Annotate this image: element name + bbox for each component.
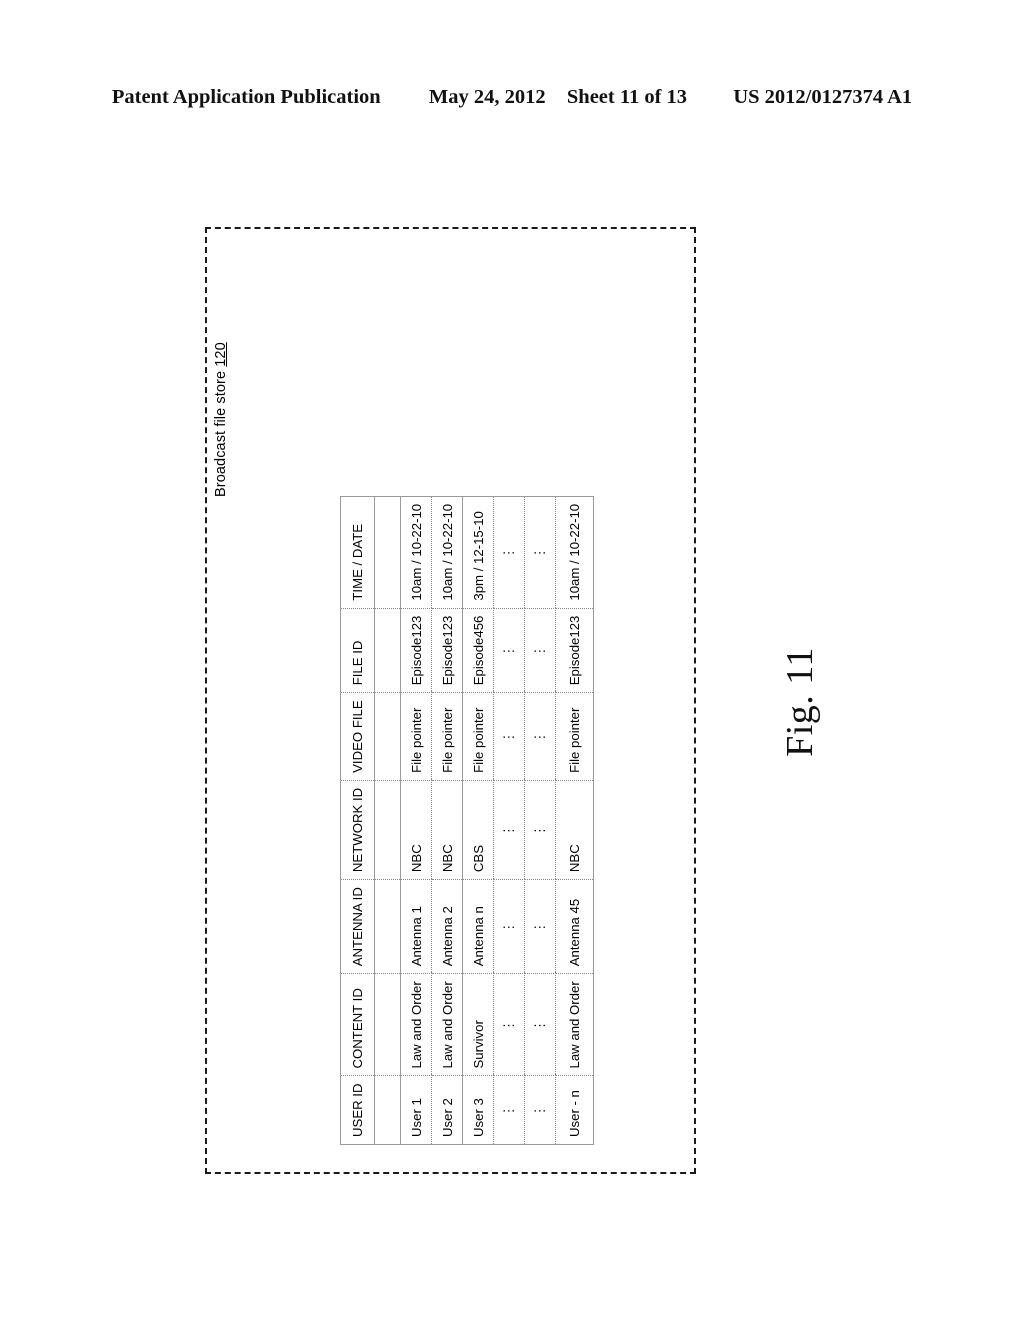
table-header-row: USER ID CONTENT ID ANTENNA ID NETWORK ID… (340, 496, 375, 1145)
cell-antenna-id: Antenna 1 (400, 879, 432, 974)
column-header-content-id: CONTENT ID (340, 973, 375, 1076)
table-row-ellipsis: ⋮ ⋮ ⋮ ⋮ ⋮ ⋮ ⋮ (524, 496, 556, 1145)
spacer-cell (374, 780, 401, 880)
spacer-cell (374, 973, 401, 1076)
cell-video-file: ⋮ (524, 692, 556, 781)
table-rotator: USER ID CONTENT ID ANTENNA ID NETWORK ID… (340, 495, 594, 1145)
cell-video-file: File pointer (462, 692, 494, 781)
cell-time-date: ⋮ (524, 496, 556, 609)
column-header-video-file: VIDEO FILE (340, 692, 375, 781)
spacer-cell (374, 1076, 401, 1145)
cell-time-date: 3pm / 12-15-10 (462, 496, 494, 609)
broadcast-file-store-table: USER ID CONTENT ID ANTENNA ID NETWORK ID… (340, 495, 594, 1145)
table-spacer-row (374, 496, 401, 1145)
spacer-cell (374, 692, 401, 781)
cell-user-id: ⋮ (524, 1076, 556, 1145)
cell-antenna-id: Antenna 45 (555, 879, 594, 974)
cell-network-id: ⋮ (524, 780, 556, 880)
sheet-number: Sheet 11 of 13 (566, 86, 688, 108)
cell-antenna-id: ⋮ (493, 879, 525, 974)
cell-time-date: 10am / 10-22-10 (555, 496, 594, 609)
cell-network-id: NBC (431, 780, 463, 880)
cell-time-date: 10am / 10-22-10 (431, 496, 463, 609)
column-header-file-id: FILE ID (340, 608, 375, 693)
cell-file-id: Episode123 (555, 608, 594, 693)
patent-page-header: Patent Application Publication May 24, 2… (0, 86, 1024, 109)
column-header-user-id: USER ID (340, 1076, 375, 1145)
cell-network-id: NBC (400, 780, 432, 880)
cell-user-id: User 1 (400, 1076, 432, 1145)
column-header-antenna-id: ANTENNA ID (340, 879, 375, 974)
table-row: User 3 Survivor Antenna n CBS File point… (462, 496, 494, 1145)
cell-video-file: File pointer (400, 692, 432, 781)
cell-network-id: NBC (555, 780, 594, 880)
cell-video-file: File pointer (555, 692, 594, 781)
spacer-cell (374, 879, 401, 974)
table-row: User 2 Law and Order Antenna 2 NBC File … (431, 496, 463, 1145)
cell-antenna-id: Antenna 2 (431, 879, 463, 974)
document-number: US 2012/0127374 A1 (733, 86, 913, 108)
cell-file-id: Episode456 (462, 608, 494, 693)
figure-caption-wrapper: Fig. 11 (742, 612, 852, 792)
table-row: User - n Law and Order Antenna 45 NBC Fi… (555, 496, 594, 1145)
cell-file-id: ⋮ (493, 608, 525, 693)
cell-content-id: Law and Order (555, 973, 594, 1076)
cell-video-file: ⋮ (493, 692, 525, 781)
cell-time-date: 10am / 10-22-10 (400, 496, 432, 609)
cell-content-id: Law and Order (400, 973, 432, 1076)
cell-user-id: ⋮ (493, 1076, 525, 1145)
cell-network-id: ⋮ (493, 780, 525, 880)
cell-file-id: Episode123 (431, 608, 463, 693)
broadcast-file-store-container: Broadcast file store 120 USER ID CONTENT… (205, 227, 696, 1174)
cell-content-id: ⋮ (524, 973, 556, 1076)
cell-content-id: Law and Order (431, 973, 463, 1076)
cell-time-date: ⋮ (493, 496, 525, 609)
figure-caption: Fig. 11 (779, 647, 821, 757)
spacer-cell (374, 496, 401, 609)
cell-antenna-id: Antenna n (462, 879, 494, 974)
table-row-ellipsis: ⋮ ⋮ ⋮ ⋮ ⋮ ⋮ ⋮ (493, 496, 525, 1145)
publication-date: May 24, 2012 (428, 86, 546, 108)
cell-user-id: User 2 (431, 1076, 463, 1145)
cell-user-id: User 3 (462, 1076, 494, 1145)
cell-file-id: ⋮ (524, 608, 556, 693)
cell-file-id: Episode123 (400, 608, 432, 693)
cell-content-id: Survivor (462, 973, 494, 1076)
spacer-cell (374, 608, 401, 693)
publication-title: Patent Application Publication (111, 86, 381, 108)
cell-content-id: ⋮ (493, 973, 525, 1076)
column-header-network-id: NETWORK ID (340, 780, 375, 880)
cell-network-id: CBS (462, 780, 494, 880)
table-rotation-host: USER ID CONTENT ID ANTENNA ID NETWORK ID… (207, 229, 698, 1176)
cell-antenna-id: ⋮ (524, 879, 556, 974)
column-header-time-date: TIME / DATE (340, 496, 375, 609)
cell-video-file: File pointer (431, 692, 463, 781)
table-row: User 1 Law and Order Antenna 1 NBC File … (400, 496, 432, 1145)
cell-user-id: User - n (555, 1076, 594, 1145)
